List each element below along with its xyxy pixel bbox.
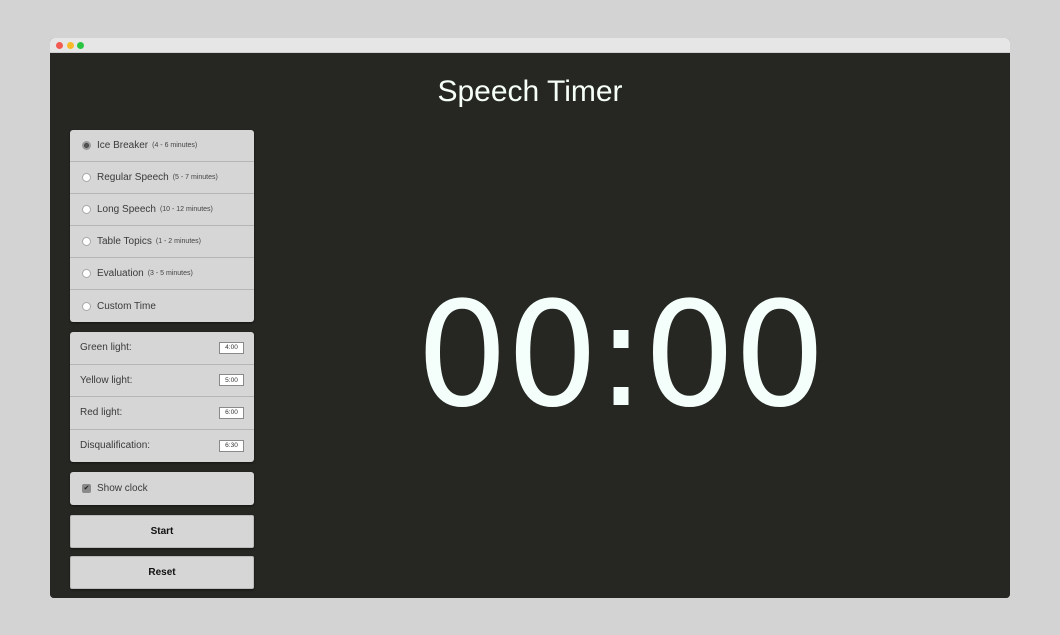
speech-type-range: (3 - 5 minutes): [147, 270, 193, 277]
speech-type-option-table-topics[interactable]: Table Topics (1 - 2 minutes): [70, 226, 254, 258]
start-button[interactable]: Start: [70, 515, 254, 548]
speech-type-label: Long Speech: [97, 204, 156, 215]
speech-type-option-regular-speech[interactable]: Regular Speech (5 - 7 minutes): [70, 162, 254, 194]
close-window-button[interactable]: [56, 42, 63, 49]
red-light-row: Red light:: [70, 397, 254, 430]
reset-button[interactable]: Reset: [70, 556, 254, 589]
yellow-light-label: Yellow light:: [80, 374, 133, 386]
app-window: Speech Timer Ice Breaker (4 - 6 minutes)…: [50, 38, 1010, 598]
green-light-input[interactable]: [219, 341, 244, 354]
speech-type-label: Custom Time: [97, 300, 156, 312]
radio-icon[interactable]: [82, 237, 91, 246]
disqualification-row: Disqualification:: [70, 430, 254, 463]
speech-type-option-ice-breaker[interactable]: Ice Breaker (4 - 6 minutes): [70, 130, 254, 162]
green-light-row: Green light:: [70, 332, 254, 365]
red-light-label: Red light:: [80, 407, 123, 419]
radio-icon[interactable]: [82, 269, 91, 278]
maximize-window-button[interactable]: [77, 42, 84, 49]
title-bar: [50, 38, 1010, 53]
yellow-light-input[interactable]: [219, 374, 244, 387]
speech-type-option-long-speech[interactable]: Long Speech (10 - 12 minutes): [70, 194, 254, 226]
speech-type-label: Regular Speech: [97, 172, 169, 183]
speech-type-range: (4 - 6 minutes): [152, 142, 198, 149]
speech-type-range: (1 - 2 minutes): [155, 238, 201, 245]
show-clock-panel: ✔ Show clock: [70, 472, 254, 505]
green-light-label: Green light:: [80, 342, 132, 354]
red-light-input[interactable]: [219, 406, 244, 419]
disqualification-label: Disqualification:: [80, 440, 151, 452]
speech-type-label: Ice Breaker: [97, 140, 149, 151]
radio-icon[interactable]: [82, 173, 91, 182]
disqualification-input[interactable]: [219, 439, 244, 452]
app-content: Speech Timer Ice Breaker (4 - 6 minutes)…: [50, 53, 1010, 598]
speech-type-range: (10 - 12 minutes): [159, 206, 213, 213]
timer-display: 00:00: [416, 271, 826, 440]
speech-type-range: (5 - 7 minutes): [172, 174, 218, 181]
show-clock-toggle[interactable]: ✔ Show clock: [70, 472, 254, 505]
minimize-window-button[interactable]: [67, 42, 74, 49]
speech-type-option-custom-time[interactable]: Custom Time: [70, 290, 254, 322]
show-clock-label: Show clock: [97, 483, 148, 494]
radio-icon[interactable]: [82, 301, 91, 311]
checkbox-checked-icon[interactable]: ✔: [82, 484, 91, 493]
page-title: Speech Timer: [437, 75, 623, 108]
radio-icon[interactable]: [82, 141, 91, 150]
radio-icon[interactable]: [82, 205, 91, 214]
speech-type-option-evaluation[interactable]: Evaluation (3 - 5 minutes): [70, 258, 254, 290]
speech-type-panel: Ice Breaker (4 - 6 minutes) Regular Spee…: [70, 130, 254, 322]
yellow-light-row: Yellow light:: [70, 365, 254, 397]
speech-type-label: Evaluation: [97, 268, 144, 279]
speech-type-label: Table Topics: [97, 236, 152, 247]
light-settings-panel: Green light: Yellow light: Red light: Di…: [70, 332, 254, 462]
